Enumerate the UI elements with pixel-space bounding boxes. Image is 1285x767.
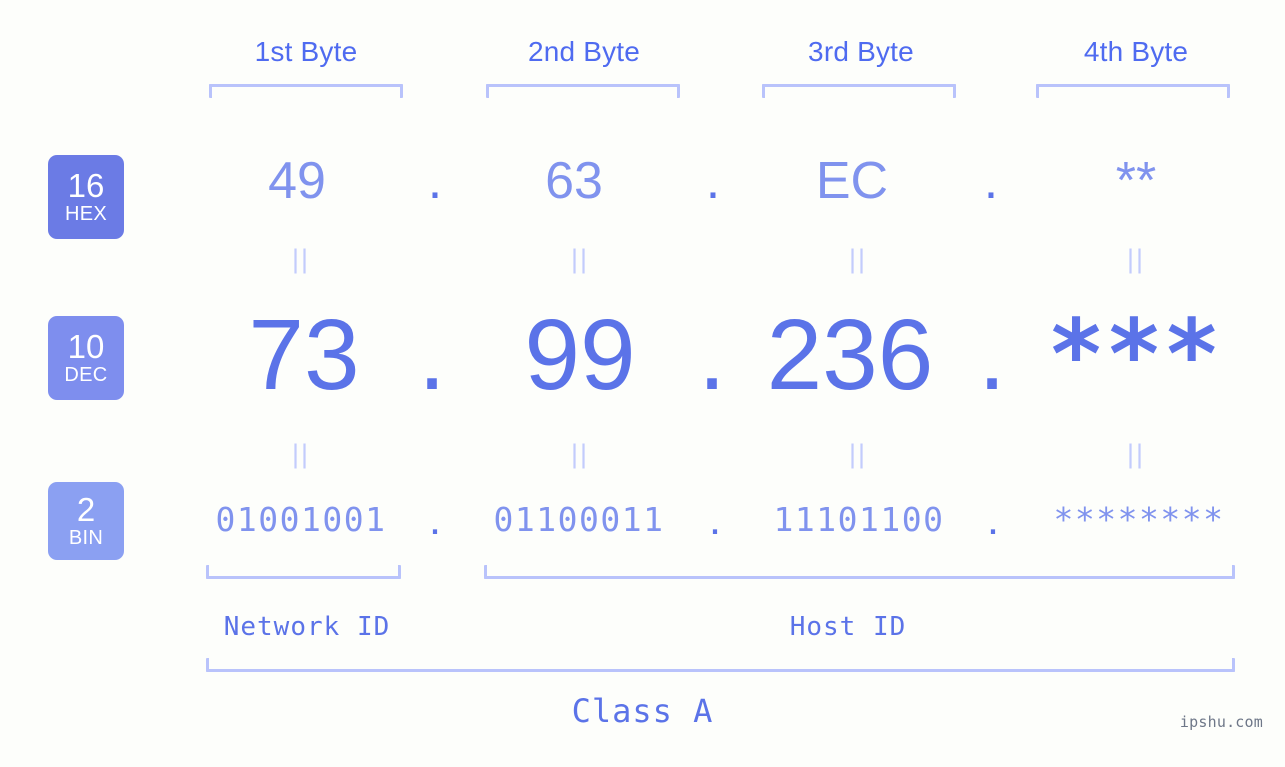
byte-header-2: 2nd Byte <box>527 36 641 67</box>
hex-byte-3: EC <box>815 152 889 210</box>
dec-byte-4: *** <box>1047 299 1221 411</box>
host-id-label: Host ID <box>789 612 907 642</box>
hex-separator-1: . <box>427 152 443 210</box>
base-badge-hex-number: 16 <box>67 167 105 204</box>
dec-separator-2: . <box>698 299 726 411</box>
byte-bracket-2 <box>486 84 680 98</box>
dec-byte-1: 73 <box>248 299 360 411</box>
dec-separator-1: . <box>418 299 446 411</box>
hex-byte-1: 49 <box>268 152 326 210</box>
equals-mark-hex-dec-3: || <box>848 244 868 274</box>
equals-mark-hex-dec-1: || <box>291 244 311 274</box>
ip-breakdown-diagram: 1st Byte 2nd Byte 3rd Byte 4th Byte 16 H… <box>0 0 1285 767</box>
bin-byte-1: 01001001 <box>215 500 387 539</box>
bin-separator-1: . <box>428 495 442 544</box>
dec-byte-2: 99 <box>524 299 636 411</box>
class-bracket <box>206 658 1235 672</box>
hex-separator-3: . <box>983 152 999 210</box>
base-badge-hex-name: HEX <box>64 203 108 225</box>
base-badge-hex: 16 HEX <box>48 155 124 239</box>
base-badge-bin-name: BIN <box>68 527 104 549</box>
base-badge-dec: 10 DEC <box>48 316 124 400</box>
byte-bracket-4 <box>1036 84 1230 98</box>
dec-separator-3: . <box>978 299 1006 411</box>
bin-byte-2: 01100011 <box>493 500 665 539</box>
bin-byte-4: ******** <box>1053 500 1225 539</box>
base-badge-bin: 2 BIN <box>48 482 124 560</box>
hex-separator-2: . <box>705 152 721 210</box>
equals-mark-dec-bin-1: || <box>291 439 311 469</box>
equals-mark-dec-bin-2: || <box>570 439 590 469</box>
equals-mark-dec-bin-3: || <box>848 439 868 469</box>
class-label: Class A <box>571 692 714 730</box>
host-id-bracket <box>484 565 1235 579</box>
network-id-label: Network ID <box>223 612 391 642</box>
bin-separator-3: . <box>986 495 1000 544</box>
hex-byte-2: 63 <box>545 152 603 210</box>
equals-mark-hex-dec-2: || <box>570 244 590 274</box>
base-badge-dec-name: DEC <box>64 364 108 386</box>
equals-mark-hex-dec-4: || <box>1126 244 1146 274</box>
base-badge-dec-number: 10 <box>67 328 105 365</box>
equals-mark-dec-bin-4: || <box>1126 439 1146 469</box>
dec-byte-3: 236 <box>766 299 934 411</box>
site-watermark: ipshu.com <box>1179 713 1263 731</box>
bin-separator-2: . <box>708 495 722 544</box>
byte-bracket-3 <box>762 84 956 98</box>
byte-header-4: 4th Byte <box>1083 36 1189 67</box>
byte-header-3: 3rd Byte <box>808 36 914 67</box>
network-id-bracket <box>206 565 401 579</box>
byte-header-1: 1st Byte <box>254 36 358 67</box>
base-badge-bin-number: 2 <box>76 491 96 528</box>
bin-byte-3: 11101100 <box>773 500 945 539</box>
byte-bracket-1 <box>209 84 403 98</box>
hex-byte-4: ** <box>1115 152 1157 210</box>
